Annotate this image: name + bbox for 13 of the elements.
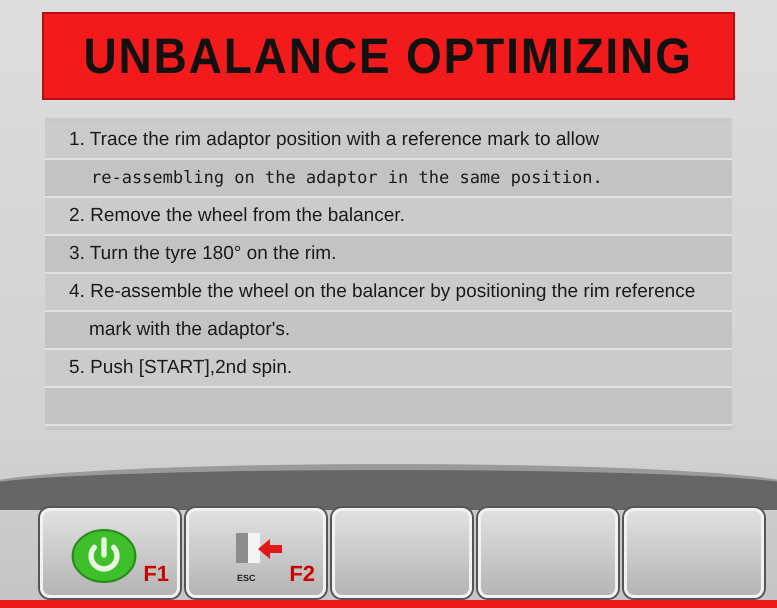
instruction-line: re-assembling on the adaptor in the same position. — [90, 168, 603, 188]
soft-key[interactable] — [624, 508, 764, 598]
instruction-line: 2. Remove the wheel from the balancer. — [69, 205, 405, 227]
instruction-line: 5. Push [START],2nd spin. — [69, 357, 292, 379]
instruction-line: 1. Trace the rim adaptor position with a reference mark to allow — [69, 129, 600, 151]
instruction-line: 3. Turn the tyre 180° on the rim. — [69, 243, 336, 265]
soft-key[interactable]: ESC F2 — [186, 508, 326, 598]
instruction-line: 4. Re-assemble the wheel on the balancer by positioning the rim reference — [69, 281, 696, 303]
screen-title: UNBALANCE OPTIMIZING — [84, 27, 694, 85]
power-icon — [71, 529, 137, 583]
soft-key[interactable] — [332, 508, 472, 598]
soft-key[interactable] — [478, 508, 618, 598]
instruction-line: mark with the adaptor's. — [88, 319, 290, 341]
